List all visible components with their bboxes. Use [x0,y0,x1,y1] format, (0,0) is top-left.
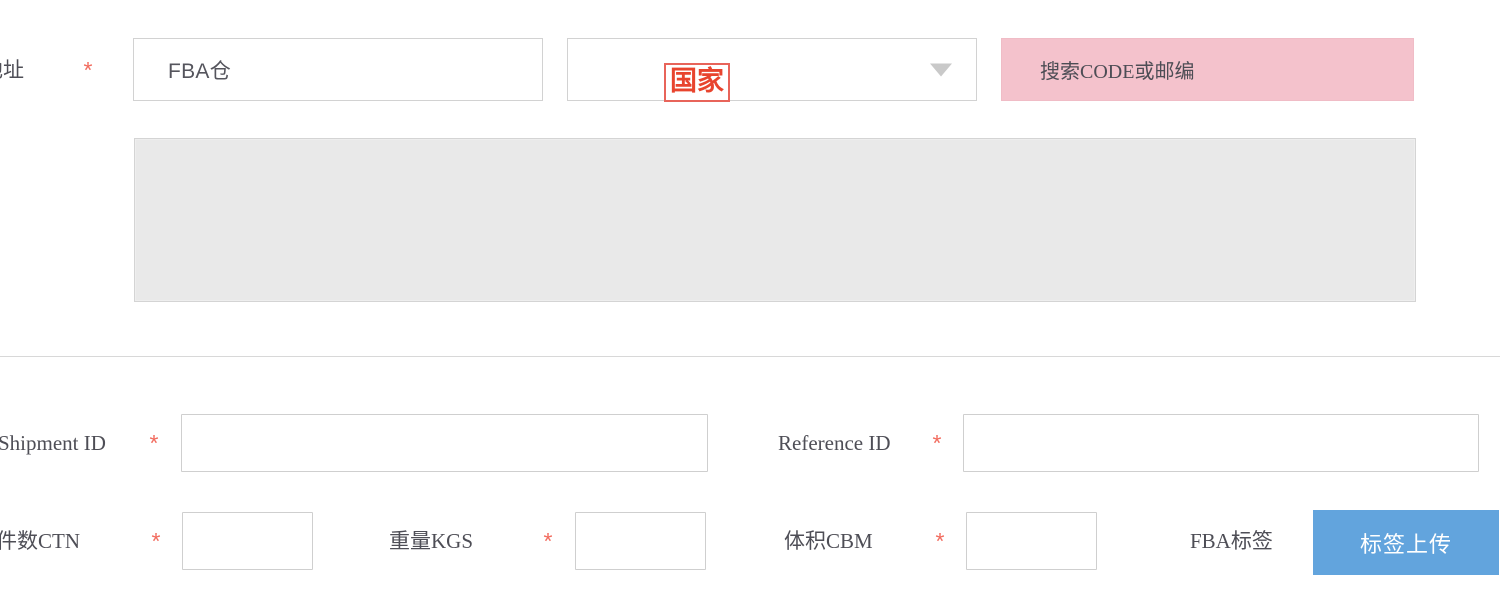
chevron-down-icon[interactable] [930,63,952,76]
cbm-input[interactable] [966,512,1097,570]
country-value-highlight: 国家 [664,63,730,102]
fba-warehouse-input[interactable]: FBA仓 [133,38,543,101]
fba-warehouse-value: FBA仓 [168,59,232,83]
shipment-id-required-marker: * [149,429,159,456]
reference-id-label: Reference ID [778,430,891,455]
search-code-input[interactable]: 搜索CODE或邮编 [1001,38,1414,101]
country-select-value: 国家 [664,63,730,102]
reference-id-input[interactable] [963,414,1479,472]
country-select[interactable]: 国家 [567,38,977,102]
fba-label-text: FBA标签 [1190,528,1273,553]
ctn-input[interactable] [182,512,313,570]
cbm-required-marker: * [935,527,945,554]
label-upload-button[interactable]: 标签上传 [1313,510,1499,575]
kgs-label: 重量KGS [389,528,474,553]
ctn-required-marker: * [151,527,161,554]
reference-id-required-marker: * [932,429,942,456]
address-required-marker: * [83,56,93,83]
section-divider [0,356,1500,357]
address-label: 地址 [0,57,24,82]
ctn-label: 件数CTN [0,528,80,553]
search-code-placeholder: 搜索CODE或邮编 [1040,61,1195,83]
form-page: 地址 * FBA仓 国家 搜索CODE或邮编 Shipment ID * Ref… [0,0,1500,594]
kgs-input[interactable] [575,512,706,570]
address-detail-textarea[interactable] [134,138,1416,302]
shipment-id-input[interactable] [181,414,708,472]
kgs-required-marker: * [543,527,553,554]
cbm-label: 体积CBM [784,528,873,553]
shipment-id-label: Shipment ID [0,430,106,455]
